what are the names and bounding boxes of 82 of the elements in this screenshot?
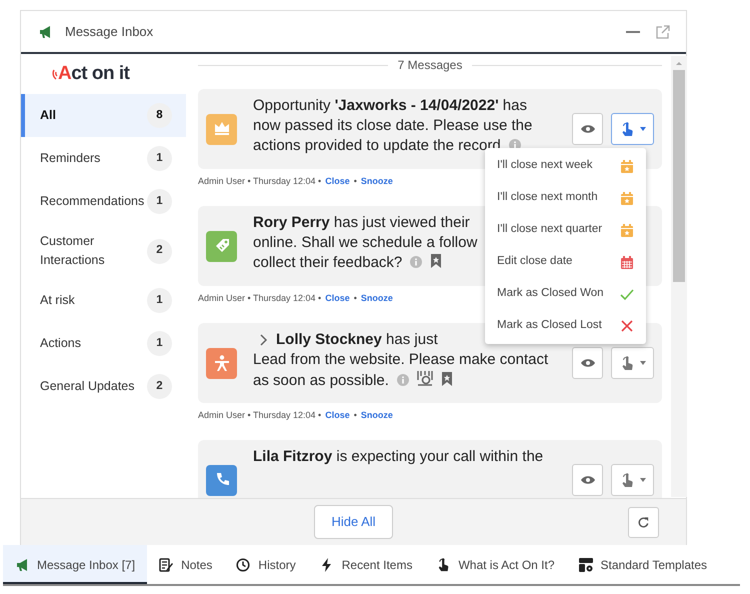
message-text: online. Shall we schedule a follow [253,234,478,251]
chevron-right-icon[interactable] [259,334,268,346]
count-badge: 1 [147,331,172,356]
separator-dot: • [354,292,357,305]
eye-icon [580,475,594,485]
actions-dropdown-button[interactable] [611,464,654,496]
logo: Act on it [58,62,130,86]
refresh-button[interactable] [628,507,659,538]
snooze-link[interactable]: Snooze [360,408,393,422]
snooze-link[interactable]: Snooze [360,174,393,188]
view-button[interactable] [572,347,603,379]
count-badge: 1 [147,189,172,214]
message-meta: Admin User • Thursday 12:04 • [198,292,322,305]
separator-dot: • [354,409,357,422]
separator-dot: • [354,175,357,188]
refresh-icon [637,516,650,529]
bottom-tab[interactable]: What is Act On It? [424,545,567,584]
caret-icon [640,361,646,365]
window-title: Message Inbox [65,22,154,41]
hand-pointer-icon [436,558,450,572]
megaphone-icon [37,25,53,40]
sidebar-item[interactable]: Reminders 1 [21,137,186,180]
count-badge: 1 [147,146,172,171]
hand-pointer-icon [620,122,634,136]
lightning-icon [320,558,334,572]
sidebar-item[interactable]: Actions 1 [21,322,186,365]
bookmark-icon[interactable] [430,254,442,268]
caret-icon [640,478,646,482]
minimize-icon[interactable] [626,30,640,34]
menu-item[interactable]: I'll close next quarter [485,214,646,246]
message-text: Lolly Stockney has just [276,331,438,348]
bottom-tab[interactable]: Message Inbox [7] [3,545,148,584]
message-text: Rory Perry has just viewed their [253,214,470,231]
bottom-tab[interactable]: History [224,545,308,584]
count-badge: 2 [147,374,172,399]
sidebar-item[interactable]: Recommendations 1 [21,180,186,223]
bottom-tab[interactable]: Notes [147,545,224,584]
menu-item[interactable]: I'll close next week [485,150,646,182]
sidebar-item[interactable]: Customer Interactions 2 [21,223,186,279]
message-text: as soon as possible. [253,372,389,389]
count-badge: 2 [147,238,172,264]
actions-dropdown-button[interactable] [611,113,654,145]
menu-item[interactable]: Mark as Closed Won [485,278,646,310]
menu-item[interactable]: Mark as Closed Lost [485,310,646,342]
clock-icon [236,558,250,572]
close-link[interactable]: Close [325,291,350,305]
actions-dropdown-button[interactable] [611,347,654,379]
message-meta: Admin User • Thursday 12:04 • [198,175,322,188]
templates-icon [578,558,593,572]
sidebar-item[interactable]: All 8 [21,94,186,137]
count-badge: 1 [147,288,172,313]
bottom-tab[interactable]: Standard Templates [566,545,720,584]
bookmark-icon[interactable] [440,372,453,386]
close-link[interactable]: Close [325,408,350,422]
person-icon [212,354,230,372]
caret-icon [640,127,646,131]
close-link[interactable]: Close [325,174,350,188]
message-text: Lila Fitzroy is expecting your call within the [253,448,544,465]
eye-icon [580,124,594,134]
crown-icon [212,120,230,138]
bottom-tab[interactable]: Recent Items [308,545,424,584]
eye-icon [580,358,594,368]
menu-item[interactable]: Edit close date [485,246,646,278]
message-text: now passed its close date. Please use the [253,117,532,134]
meeting-icon[interactable] [416,370,433,386]
hand-pointer-icon [620,356,634,370]
message-meta: Admin User • Thursday 12:04 • [198,409,322,422]
message-text: Lead from the website. Please make contact [253,351,548,368]
sidebar-item[interactable]: At risk 1 [21,279,186,322]
megaphone-icon [15,558,29,572]
count-badge: 8 [147,103,172,128]
message-count: 7 Messages [398,57,462,74]
hide-all-button[interactable]: Hide All [314,505,393,539]
view-button[interactable] [572,113,603,145]
view-button[interactable] [572,464,603,496]
hand-pointer-icon [620,472,634,488]
message-text: collect their feedback? [253,254,402,271]
sidebar-item[interactable]: General Updates 2 [21,365,186,408]
snooze-link[interactable]: Snooze [360,291,393,305]
notes-icon [159,558,174,572]
message-text: Opportunity 'Jaxworks - 14/04/2022' has [253,97,527,114]
menu-item[interactable]: I'll close next month [485,182,646,214]
